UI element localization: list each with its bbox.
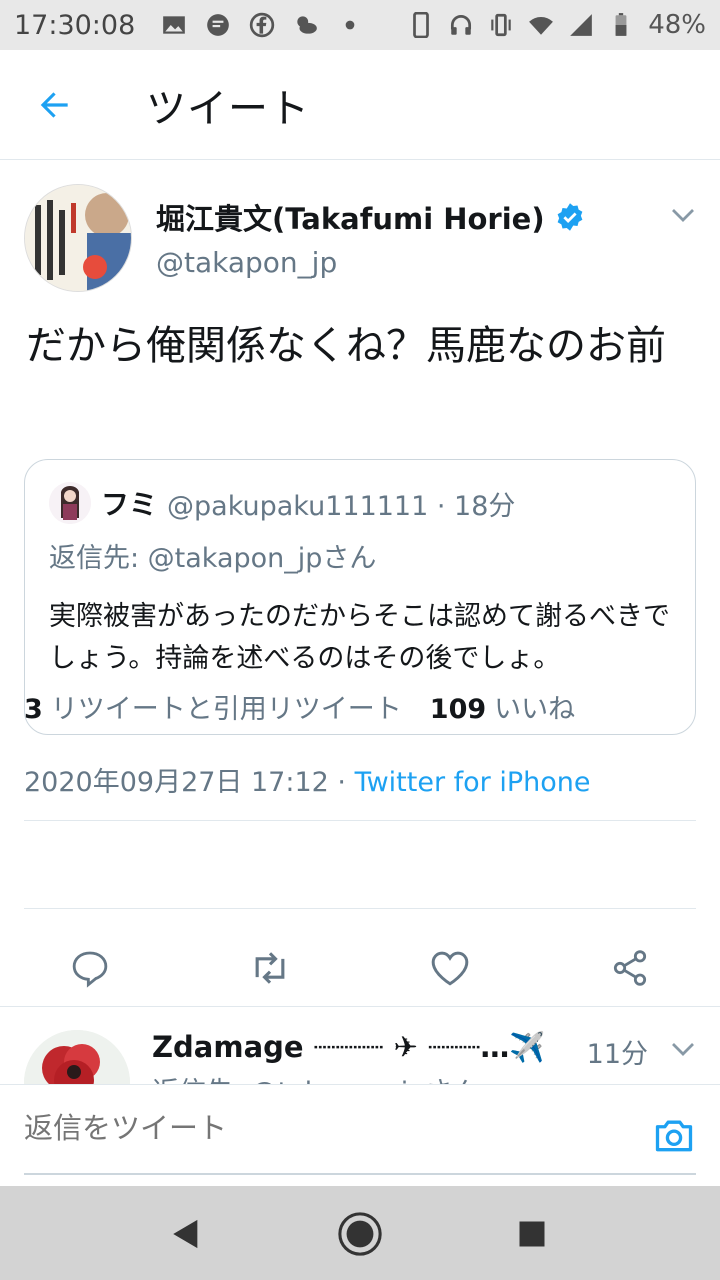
author-avatar[interactable] [24,184,132,292]
reply-input[interactable] [24,1111,624,1145]
author-handle: @takapon_jp [156,246,338,279]
app-bar: ツイート [0,50,720,160]
page-title: ツイート [146,85,310,132]
like-label: いいね [494,694,576,725]
reply-reply-to: 返信先: @takapon_jpさん [152,1070,479,1084]
reply-avatar [24,1030,130,1084]
vibrate-icon [491,13,511,37]
reply-button[interactable] [60,938,120,998]
battery-icon [615,13,627,36]
retweet-icon [255,952,285,984]
square-recents-icon [519,1221,545,1247]
headphones-icon [451,14,472,35]
reply-compose-bar [0,1084,720,1186]
wifi-icon [529,17,554,35]
tweet-stats: 3 リツイートと引用リツイート 109 いいね [24,687,575,726]
status-bar: 17:30:08 48% [0,0,720,50]
message-icon [207,14,230,36]
reply-author-name: Zdamage ┈┈┈┈ ✈ ┈┈┈…✈️ [152,1030,546,1064]
author-name-text: 堀江貴文(Takafumi Horie) [156,202,545,236]
flower-avatar-icon [24,1030,130,1084]
retweet-count: 3 [24,694,43,725]
phone-icon [413,12,430,38]
signal-icon [570,14,593,36]
facebook-icon [250,12,275,38]
divider [24,908,696,909]
nav-home-button[interactable] [332,1206,388,1262]
gallery-icon [163,16,186,34]
tweet-source[interactable]: Twitter for iPhone [355,767,591,798]
tweet-text: だから俺関係なくね？馬鹿なのお前 [26,323,666,369]
status-time: 17:30:08 [14,9,136,41]
tweet-date: 2020年09月27日 17:12 · [24,767,355,798]
quote-avatar [49,482,91,524]
share-button[interactable] [600,938,660,998]
weather-icon [297,16,318,34]
battery-percent: 48% [648,10,706,40]
tweet-timestamp: 2020年09月27日 17:12 · Twitter for iPhone [24,760,591,799]
reply-tweet[interactable]: Zdamage ┈┈┈┈ ✈ ┈┈┈…✈️ 11分 返信先: @takapon_… [0,1006,720,1084]
retweet-label: リツイートと引用リツイート [50,694,402,725]
reply-icon [72,951,108,988]
verified-badge-icon [557,203,582,231]
like-stat[interactable]: 109 いいね [430,687,575,726]
camera-icon[interactable] [652,1113,696,1157]
like-button[interactable] [420,938,480,998]
chevron-down-icon[interactable] [668,200,698,230]
book-cover-icon [25,185,131,291]
quote-author-name: フミ [101,488,158,521]
share-icon [613,950,647,986]
home-circle-icon [338,1212,382,1256]
quote-text: 実際被害があったのだからそこは認めて謝るべきでしょう。持論を述べるのはその後でし… [49,601,670,674]
retweet-button[interactable] [240,938,300,998]
chevron-down-icon[interactable] [668,1034,698,1064]
system-nav-bar [0,1186,720,1280]
back-button[interactable] [0,50,110,160]
input-underline [24,1173,696,1175]
quote-reply-to: 返信先: @takapon_jpさん [49,543,377,574]
like-count: 109 [429,694,487,725]
tweet-actions [0,928,720,1008]
retweet-stat[interactable]: 3 リツイートと引用リツイート [24,687,402,726]
dot-icon [345,20,355,30]
heart-icon [431,951,469,986]
quote-meta: @pakupaku111111 · 18分 [167,490,516,522]
reply-time: 11分 [586,1039,648,1070]
divider [24,820,696,821]
nav-back-button[interactable] [158,1206,214,1262]
nav-recents-button[interactable] [504,1206,560,1262]
triangle-back-icon [173,1219,198,1249]
arrow-left-icon [40,91,68,118]
character-avatar-icon [49,482,91,524]
author-name[interactable]: 堀江貴文(Takafumi Horie) [156,196,585,238]
